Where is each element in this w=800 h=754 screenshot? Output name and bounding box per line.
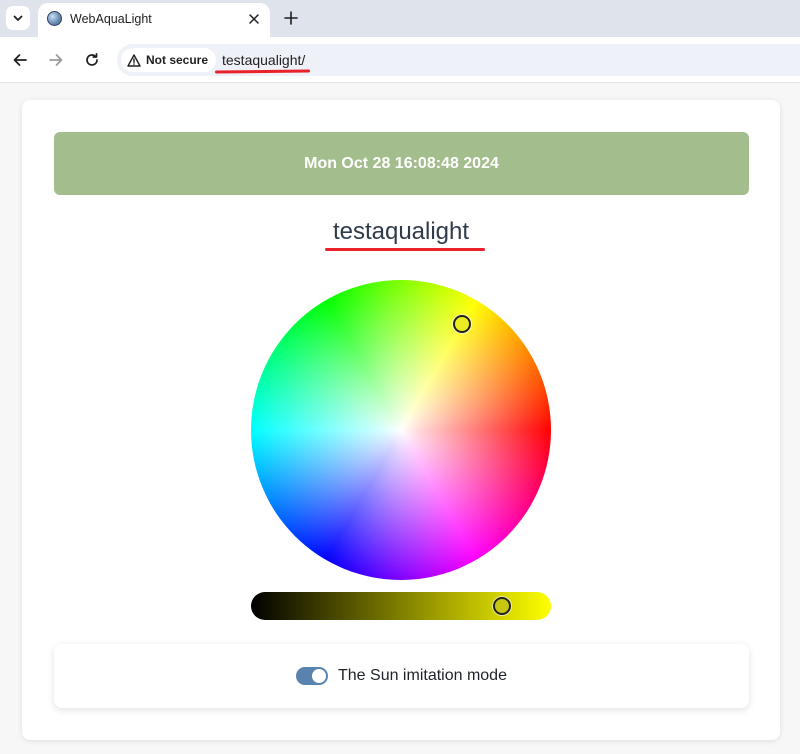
reload-icon [86, 52, 98, 66]
forward-button[interactable] [45, 49, 67, 71]
toggle-knob [312, 669, 326, 683]
datetime-text: Mon Oct 28 16:08:48 2024 [304, 154, 499, 172]
chevron-down-icon [13, 15, 23, 21]
tab-search-button[interactable] [6, 6, 30, 30]
url-text[interactable]: testaqualight/ [222, 52, 305, 68]
url-annotation-underline [214, 69, 311, 74]
sun-mode-toggle[interactable] [296, 667, 328, 685]
arrow-right-icon [49, 54, 63, 66]
security-label: Not secure [146, 53, 209, 67]
brightness-slider-handle[interactable] [493, 597, 511, 615]
reload-button[interactable] [81, 49, 103, 71]
browser-tab[interactable]: WebAquaLight [38, 3, 270, 37]
arrow-left-icon [13, 54, 27, 66]
color-wheel-handle[interactable] [453, 315, 471, 333]
datetime-banner: Mon Oct 28 16:08:48 2024 [54, 132, 749, 195]
browser-toolbar: Not secure testaqualight/ [0, 37, 800, 83]
tab-close-button[interactable] [245, 10, 263, 28]
device-name-annotation-underline [325, 248, 485, 251]
tab-strip: WebAquaLight [0, 0, 800, 37]
sun-mode-label: The Sun imitation mode [338, 667, 507, 684]
close-icon [249, 14, 259, 24]
new-tab-button[interactable] [280, 7, 302, 29]
sun-mode-panel: The Sun imitation mode [54, 644, 749, 708]
color-wheel[interactable] [251, 280, 551, 580]
warning-triangle-icon [127, 53, 141, 67]
address-bar[interactable]: Not secure testaqualight/ [117, 44, 800, 76]
device-name: testaqualight [332, 218, 470, 245]
back-button[interactable] [9, 49, 31, 71]
globe-icon [47, 11, 62, 26]
security-chip[interactable]: Not secure [121, 48, 217, 72]
main-card: Mon Oct 28 16:08:48 2024 testaqualight T… [22, 100, 780, 740]
tab-title: WebAquaLight [70, 12, 152, 26]
plus-icon [284, 11, 298, 25]
